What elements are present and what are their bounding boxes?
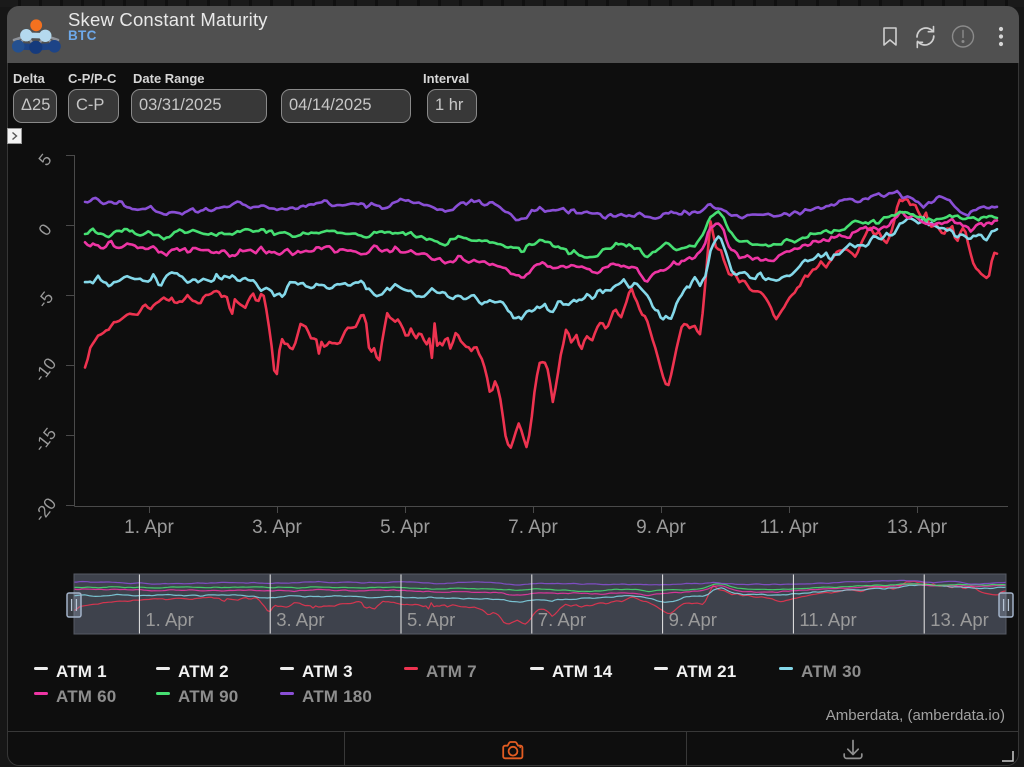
svg-text:7. Apr: 7. Apr — [508, 517, 558, 538]
svg-text:0: 0 — [35, 220, 56, 239]
svg-text:5: 5 — [35, 150, 56, 169]
svg-text:5. Apr: 5. Apr — [407, 609, 455, 630]
svg-text:9. Apr: 9. Apr — [669, 609, 717, 630]
svg-text:13. Apr: 13. Apr — [887, 517, 948, 538]
svg-text:-15: -15 — [30, 424, 60, 455]
svg-text:-10: -10 — [30, 354, 60, 385]
svg-text:9. Apr: 9. Apr — [636, 517, 686, 538]
svg-text:-20: -20 — [30, 494, 60, 525]
svg-text:1. Apr: 1. Apr — [145, 609, 193, 630]
svg-text:11. Apr: 11. Apr — [760, 517, 819, 538]
svg-text:-5: -5 — [33, 288, 57, 312]
svg-text:1. Apr: 1. Apr — [124, 517, 174, 538]
svg-text:11. Apr: 11. Apr — [799, 609, 856, 630]
svg-text:3. Apr: 3. Apr — [276, 609, 324, 630]
svg-text:7. Apr: 7. Apr — [538, 609, 586, 630]
svg-text:3. Apr: 3. Apr — [252, 517, 302, 538]
svg-text:5. Apr: 5. Apr — [380, 517, 430, 538]
svg-text:13. Apr: 13. Apr — [930, 609, 989, 630]
